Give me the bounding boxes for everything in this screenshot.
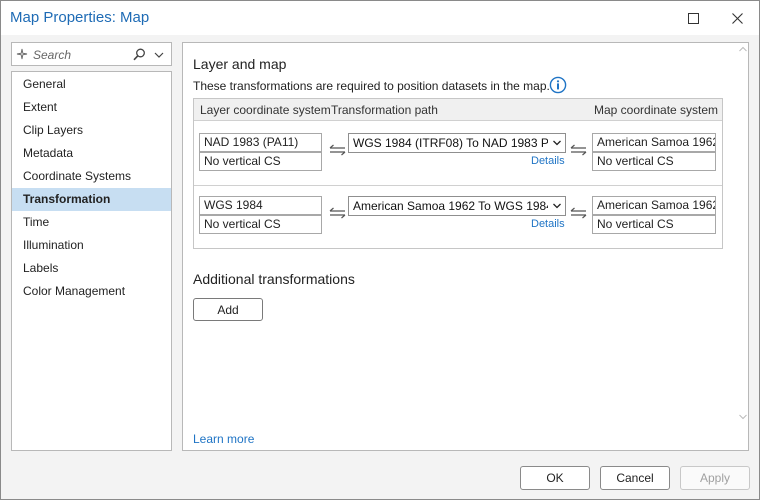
- swap-arrows-icon: [570, 207, 587, 219]
- column-header-layer: Layer coordinate system: [200, 103, 331, 117]
- sparkle-icon: [16, 48, 28, 60]
- transformation-path-value: WGS 1984 (ITRF08) To NAD 1983 PA11 + WGS…: [353, 136, 548, 150]
- sidebar-item-transformation[interactable]: Transformation: [12, 188, 171, 211]
- swap-arrows-icon: [329, 207, 346, 219]
- section-heading-additional-transformations: Additional transformations: [193, 271, 355, 287]
- swap-arrows-icon: [570, 144, 587, 156]
- layer-vertical-cs: No vertical CS: [199, 152, 322, 171]
- map-vertical-cs: No vertical CS: [592, 152, 716, 171]
- row-divider: [194, 185, 722, 186]
- chevron-down-icon: [553, 203, 561, 209]
- vertical-scrollbar[interactable]: [738, 43, 748, 450]
- swap-arrows-icon: [329, 144, 346, 156]
- details-link[interactable]: Details: [531, 218, 565, 230]
- sidebar-item-extent[interactable]: Extent: [12, 96, 171, 119]
- sidebar-item-clip-layers[interactable]: Clip Layers: [12, 119, 171, 142]
- info-icon[interactable]: [549, 76, 567, 94]
- section-heading-layer-and-map: Layer and map: [193, 56, 287, 72]
- layer-horizontal-cs: WGS 1984: [199, 196, 322, 215]
- chevron-down-icon[interactable]: [153, 49, 165, 61]
- sidebar-item-illumination[interactable]: Illumination: [12, 234, 171, 257]
- ok-button[interactable]: OK: [520, 466, 590, 490]
- scroll-down-icon[interactable]: [739, 414, 747, 420]
- map-properties-dialog: Map Properties: Map General Extent Clip: [0, 0, 760, 500]
- sidebar-item-color-management[interactable]: Color Management: [12, 280, 171, 303]
- transformation-table: Layer coordinate system Transformation p…: [193, 98, 723, 249]
- learn-more-link[interactable]: Learn more: [193, 432, 254, 446]
- map-vertical-cs: No vertical CS: [592, 215, 716, 234]
- sidebar-item-coordinate-systems[interactable]: Coordinate Systems: [12, 165, 171, 188]
- cancel-button[interactable]: Cancel: [600, 466, 670, 490]
- sidebar-item-labels[interactable]: Labels: [12, 257, 171, 280]
- layer-horizontal-cs: NAD 1983 (PA11): [199, 133, 322, 152]
- close-button[interactable]: [719, 5, 755, 31]
- sidebar: General Extent Clip Layers Metadata Coor…: [11, 42, 172, 451]
- transformation-panel: Layer and map These transformations are …: [182, 42, 749, 451]
- table-header: Layer coordinate system Transformation p…: [194, 99, 722, 121]
- sidebar-item-time[interactable]: Time: [12, 211, 171, 234]
- maximize-button[interactable]: [675, 5, 711, 31]
- search-box: [11, 42, 172, 66]
- close-icon: [731, 12, 743, 24]
- column-header-map: Map coordinate system: [594, 103, 719, 117]
- details-link[interactable]: Details: [531, 155, 565, 167]
- add-transformation-button[interactable]: Add: [193, 298, 263, 321]
- title-bar: Map Properties: Map: [1, 1, 759, 35]
- window-title: Map Properties: Map: [10, 9, 150, 26]
- map-horizontal-cs: American Samoa 1962: [592, 133, 716, 152]
- chevron-down-icon: [553, 140, 561, 146]
- search-icon[interactable]: [133, 48, 146, 61]
- page-list: General Extent Clip Layers Metadata Coor…: [11, 71, 172, 451]
- scroll-up-icon[interactable]: [739, 46, 747, 52]
- apply-button[interactable]: Apply: [680, 466, 750, 490]
- transformation-path-select[interactable]: American Samoa 1962 To WGS 1984: [348, 196, 566, 216]
- maximize-icon: [687, 12, 699, 24]
- search-input[interactable]: [33, 46, 133, 63]
- sidebar-item-general[interactable]: General: [12, 73, 171, 96]
- sidebar-item-metadata[interactable]: Metadata: [12, 142, 171, 165]
- section-description: These transformations are required to po…: [193, 79, 550, 93]
- map-horizontal-cs: American Samoa 1962: [592, 196, 716, 215]
- layer-vertical-cs: No vertical CS: [199, 215, 322, 234]
- transformation-path-select[interactable]: WGS 1984 (ITRF08) To NAD 1983 PA11 + WGS…: [348, 133, 566, 153]
- column-header-path: Transformation path: [331, 103, 438, 117]
- transformation-path-value: American Samoa 1962 To WGS 1984: [353, 199, 548, 213]
